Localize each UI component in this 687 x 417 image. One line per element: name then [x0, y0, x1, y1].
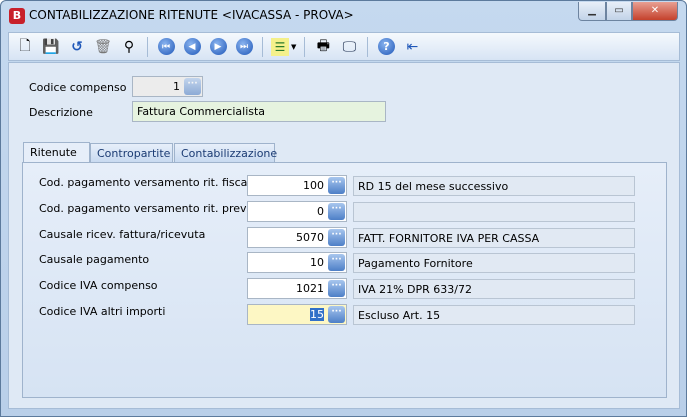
lookup-button[interactable]: ···: [328, 228, 345, 246]
list-dropdown-icon[interactable]: ▼: [291, 43, 296, 51]
row-description: IVA 21% DPR 633/72: [353, 279, 635, 300]
first-icon[interactable]: ⏮: [156, 37, 176, 57]
descrizione-field[interactable]: Fattura Commercialista: [132, 101, 386, 122]
lookup-button[interactable]: ···: [184, 78, 201, 95]
tab-contabilizzazione[interactable]: Contabilizzazione: [174, 143, 277, 163]
lookup-button[interactable]: ···: [328, 202, 345, 220]
row-description: [353, 201, 635, 222]
search-icon[interactable]: ⚲: [119, 37, 139, 57]
row-description: Pagamento Fornitore: [353, 253, 635, 274]
undo-icon[interactable]: ↺: [67, 37, 87, 57]
row-code-value: 100: [303, 179, 324, 192]
tab-ritenute[interactable]: Ritenute: [23, 142, 90, 163]
descrizione-label: Descrizione: [29, 106, 93, 119]
print-icon[interactable]: 🖶: [313, 37, 333, 57]
window: B CONTABILIZZAZIONE RITENUTE <IVACASSA -…: [0, 0, 687, 417]
tab-contropartite[interactable]: Contropartite: [90, 143, 173, 163]
codice-compenso-label: Codice compenso: [29, 81, 127, 94]
previous-icon[interactable]: ◀: [182, 37, 202, 57]
row-code-value: 0: [317, 204, 324, 218]
toolbar: 🗋 💾 ↺ 🗑 ⚲ ⏮ ◀ ▶ ⏭ ☰ ▼ 🖶 🖵 ? ⇤: [8, 32, 680, 61]
new-icon[interactable]: 🗋: [15, 37, 35, 57]
row-description: Escluso Art. 15: [353, 305, 635, 325]
delete-icon[interactable]: 🗑: [93, 37, 113, 57]
window-title: CONTABILIZZAZIONE RITENUTE <IVACASSA - P…: [29, 8, 354, 22]
row-label: Cod. pagamento versamento rit. fiscale: [39, 176, 258, 189]
row-label: Causale pagamento: [39, 253, 150, 267]
last-icon[interactable]: ⏭: [234, 37, 254, 57]
row-code-field[interactable]: 100 ···: [247, 175, 347, 196]
separator: [147, 36, 148, 57]
codice-compenso-field[interactable]: 1 ···: [132, 76, 203, 97]
app-icon: B: [9, 8, 25, 24]
lookup-button[interactable]: ···: [328, 177, 345, 194]
row-label: Codice IVA altri importi: [39, 305, 166, 318]
save-icon[interactable]: 💾: [41, 37, 61, 57]
row-code-field[interactable]: 10 ···: [247, 252, 347, 274]
exit-icon[interactable]: ⇤: [402, 37, 422, 57]
list-icon[interactable]: ☰: [271, 37, 289, 56]
row-code-field[interactable]: 1021 ···: [247, 278, 347, 300]
row-code-field[interactable]: 0 ···: [247, 200, 347, 222]
row-label: Causale ricev. fattura/ricevuta: [39, 227, 206, 241]
separator: [367, 36, 369, 57]
row-code-value: 10: [310, 256, 324, 270]
row-code-value: 5070: [296, 230, 324, 244]
help-icon[interactable]: ?: [376, 37, 396, 57]
separator: [262, 36, 263, 57]
row-code-value: 1021: [296, 282, 324, 296]
form-content: Codice compenso 1 ··· Descrizione Fattur…: [8, 62, 680, 409]
lookup-button[interactable]: ···: [328, 254, 345, 272]
lookup-button[interactable]: ···: [328, 280, 345, 298]
preview-icon[interactable]: 🖵: [339, 37, 359, 57]
row-code-field[interactable]: 5070 ···: [247, 226, 347, 248]
row-description: FATT. FORNITORE IVA PER CASSA: [353, 227, 635, 248]
next-icon[interactable]: ▶: [208, 37, 228, 57]
row-code-value: 15: [310, 308, 324, 321]
maximize-button[interactable]: ▭: [606, 2, 632, 21]
ritenute-panel: Cod. pagamento versamento rit. fiscale 1…: [22, 162, 667, 398]
minimize-button[interactable]: ▁: [578, 2, 606, 21]
row-label: Cod. pagamento versamento rit. previd.: [39, 201, 261, 215]
lookup-button[interactable]: ···: [328, 306, 345, 323]
codice-compenso-value: 1: [173, 80, 180, 93]
row-code-field[interactable]: 15 ···: [247, 304, 347, 325]
separator: [304, 36, 306, 57]
row-description: RD 15 del mese successivo: [353, 176, 635, 196]
close-button[interactable]: ✕: [632, 2, 678, 21]
row-label: Codice IVA compenso: [39, 279, 158, 293]
